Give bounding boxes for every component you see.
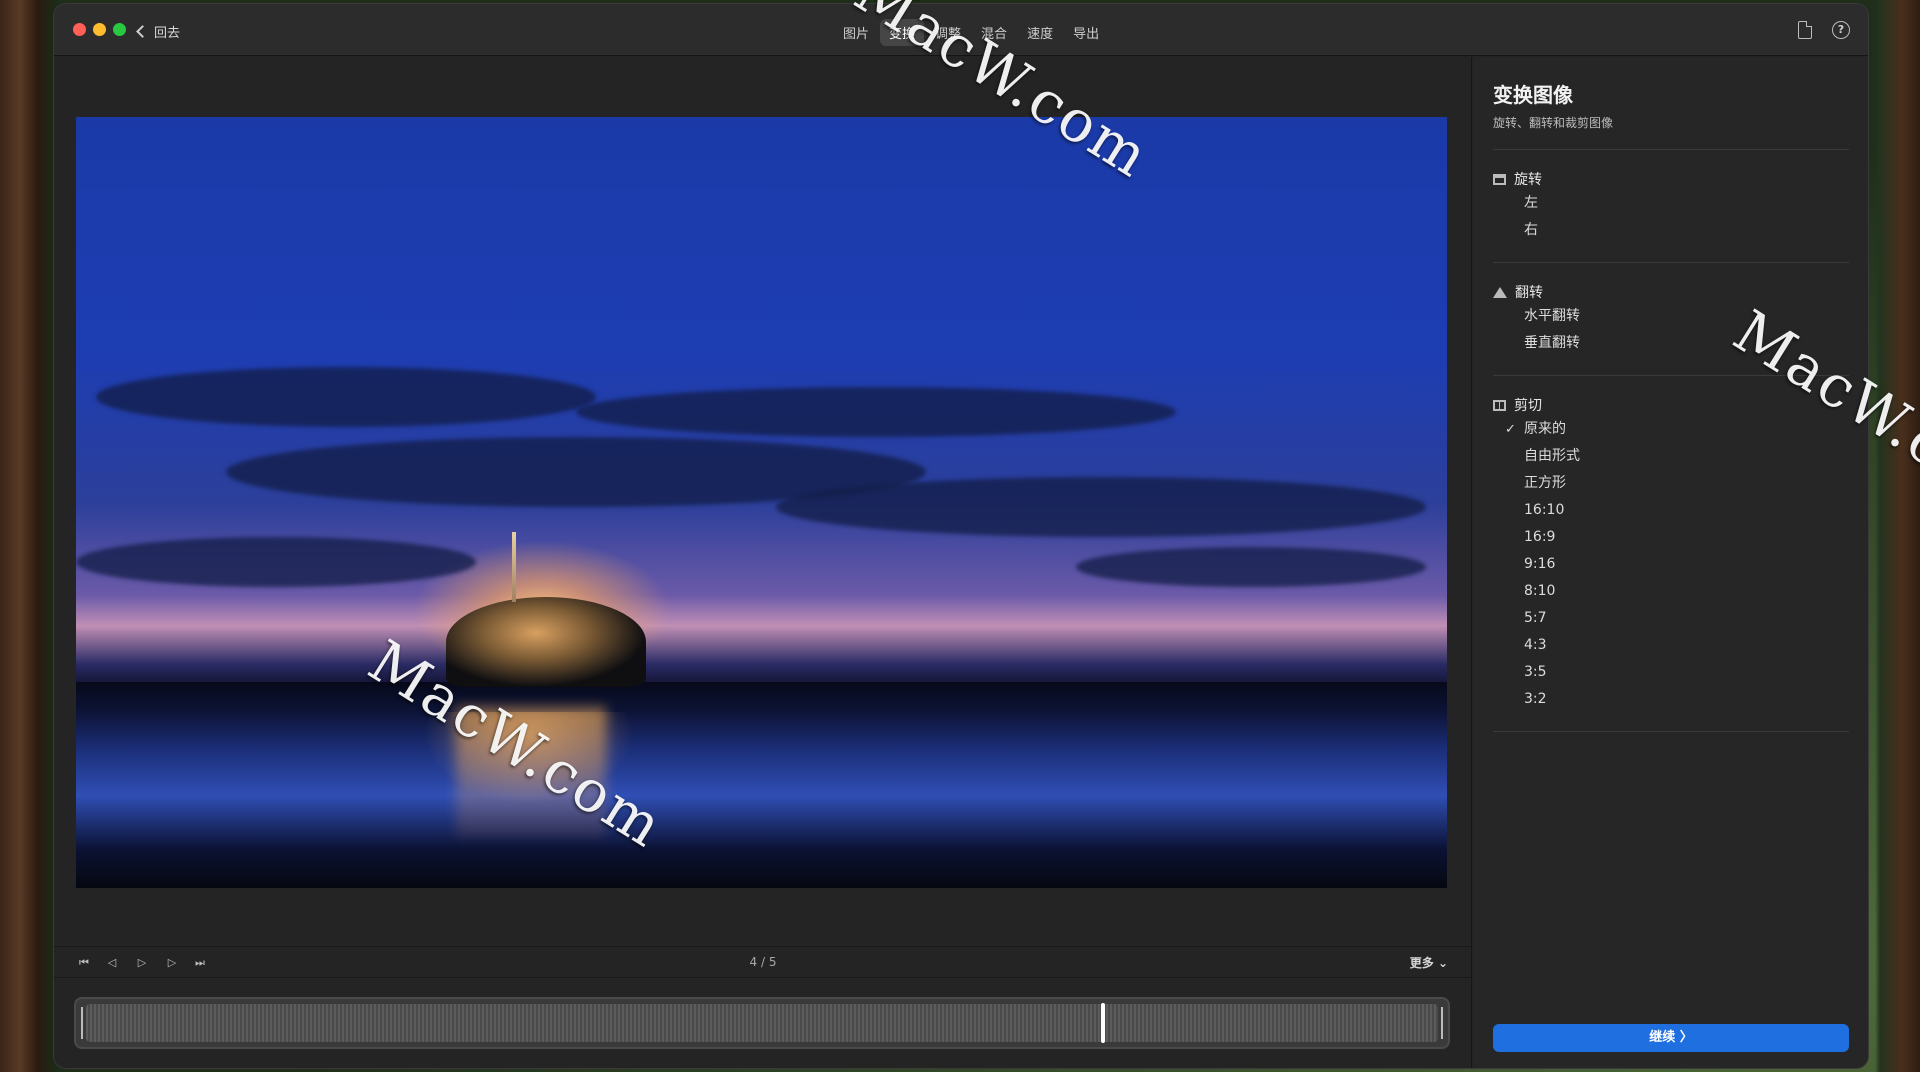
option-label: 右 bbox=[1524, 222, 1538, 238]
crop-option-4-3[interactable]: 4:3 bbox=[1493, 632, 1848, 659]
app-window: 回去 图片 变换 调整 混合 速度 导出 ? ⏮ ◁ ▷ ▷ ⏭ 4 / 5 更… bbox=[54, 4, 1868, 1068]
crop-option-9-16[interactable]: 9:16 bbox=[1493, 551, 1848, 578]
help-icon[interactable]: ? bbox=[1832, 21, 1850, 39]
back-button-label: 回去 bbox=[154, 25, 181, 41]
crop-option-square[interactable]: 正方形 bbox=[1493, 470, 1848, 497]
rotate-icon bbox=[1493, 173, 1506, 185]
trim-start-handle[interactable] bbox=[81, 1007, 83, 1039]
tab-transform[interactable]: 变换 bbox=[880, 18, 925, 46]
chevron-left-icon bbox=[136, 24, 149, 38]
option-label: 左 bbox=[1524, 195, 1538, 211]
crop-option-3-5[interactable]: 3:5 bbox=[1493, 659, 1848, 686]
transform-sidebar: 变换图像 旋转、翻转和裁剪图像 旋转 左 右 翻转 水平翻转 垂直翻转 剪切 ✓… bbox=[1473, 57, 1868, 1068]
option-label: 垂直翻转 bbox=[1524, 335, 1580, 351]
flip-heading-label: 翻转 bbox=[1515, 285, 1543, 301]
crop-section-heading: 剪切 bbox=[1493, 394, 1848, 416]
option-label: 3:2 bbox=[1524, 691, 1547, 707]
tab-adjust[interactable]: 调整 bbox=[926, 19, 970, 46]
tab-image[interactable]: 图片 bbox=[834, 19, 878, 46]
option-label: 水平翻转 bbox=[1524, 308, 1580, 324]
step-tabs: 图片 变换 调整 混合 速度 导出 bbox=[834, 18, 1108, 46]
option-label: 16:9 bbox=[1524, 529, 1556, 545]
crop-option-16-10[interactable]: 16:10 bbox=[1493, 497, 1848, 524]
flip-icon bbox=[1493, 286, 1507, 298]
tab-blend[interactable]: 混合 bbox=[972, 19, 1016, 46]
option-label: 3:5 bbox=[1524, 664, 1547, 680]
option-label: 5:7 bbox=[1524, 610, 1547, 626]
flip-vertical-option[interactable]: 垂直翻转 bbox=[1493, 330, 1848, 357]
crop-heading-label: 剪切 bbox=[1514, 398, 1542, 414]
trim-end-handle[interactable] bbox=[1441, 1007, 1443, 1039]
preview-area: ⏮ ◁ ▷ ▷ ⏭ 4 / 5 更多 ⌄ bbox=[54, 57, 1472, 1068]
divider bbox=[1493, 375, 1849, 376]
option-label: 正方形 bbox=[1524, 475, 1566, 491]
rotate-left-option[interactable]: 左 bbox=[1493, 190, 1848, 217]
crop-icon bbox=[1493, 399, 1506, 411]
flip-horizontal-option[interactable]: 水平翻转 bbox=[1493, 303, 1848, 330]
crop-option-8-10[interactable]: 8:10 bbox=[1493, 578, 1848, 605]
crop-option-3-2[interactable]: 3:2 bbox=[1493, 686, 1848, 713]
option-label: 16:10 bbox=[1524, 502, 1565, 518]
crop-option-original[interactable]: ✓ 原来的 bbox=[1493, 416, 1848, 443]
playhead[interactable] bbox=[1101, 1003, 1105, 1043]
minimize-window-button[interactable] bbox=[93, 23, 106, 36]
crop-option-16-9[interactable]: 16:9 bbox=[1493, 524, 1848, 551]
crop-option-freeform[interactable]: 自由形式 bbox=[1493, 443, 1848, 470]
divider bbox=[1493, 262, 1849, 263]
sidebar-title: 变换图像 bbox=[1493, 83, 1573, 107]
option-label: 8:10 bbox=[1524, 583, 1556, 599]
option-label: 原来的 bbox=[1524, 421, 1566, 437]
zoom-window-button[interactable] bbox=[113, 23, 126, 36]
close-window-button[interactable] bbox=[73, 23, 86, 36]
divider bbox=[1493, 731, 1849, 732]
crop-option-5-7[interactable]: 5:7 bbox=[1493, 605, 1848, 632]
checkmark-icon: ✓ bbox=[1505, 422, 1516, 437]
option-label: 4:3 bbox=[1524, 637, 1547, 653]
preview-image bbox=[76, 117, 1447, 888]
title-bar: 回去 图片 变换 调整 混合 速度 导出 ? bbox=[54, 4, 1868, 56]
timeline-track[interactable] bbox=[86, 1004, 1438, 1042]
flip-section-heading: 翻转 bbox=[1493, 281, 1848, 303]
rotate-heading-label: 旋转 bbox=[1514, 172, 1542, 188]
timeline-scrubber[interactable] bbox=[74, 997, 1450, 1049]
document-icon[interactable] bbox=[1798, 21, 1812, 39]
tab-export[interactable]: 导出 bbox=[1064, 19, 1108, 46]
rotate-right-option[interactable]: 右 bbox=[1493, 217, 1848, 244]
tab-speed[interactable]: 速度 bbox=[1018, 19, 1062, 46]
sidebar-subtitle: 旋转、翻转和裁剪图像 bbox=[1493, 116, 1614, 130]
option-label: 自由形式 bbox=[1524, 448, 1580, 464]
rotate-section-heading: 旋转 bbox=[1493, 168, 1848, 190]
more-menu-button[interactable]: 更多 ⌄ bbox=[1410, 954, 1448, 971]
divider bbox=[1493, 149, 1849, 150]
playback-controls: ⏮ ◁ ▷ ▷ ⏭ 4 / 5 更多 ⌄ bbox=[54, 946, 1472, 978]
frame-counter: 4 / 5 bbox=[749, 955, 777, 969]
continue-button[interactable]: 继续 〉 bbox=[1493, 1024, 1849, 1052]
back-button[interactable]: 回去 bbox=[136, 21, 181, 41]
option-label: 9:16 bbox=[1524, 556, 1556, 572]
